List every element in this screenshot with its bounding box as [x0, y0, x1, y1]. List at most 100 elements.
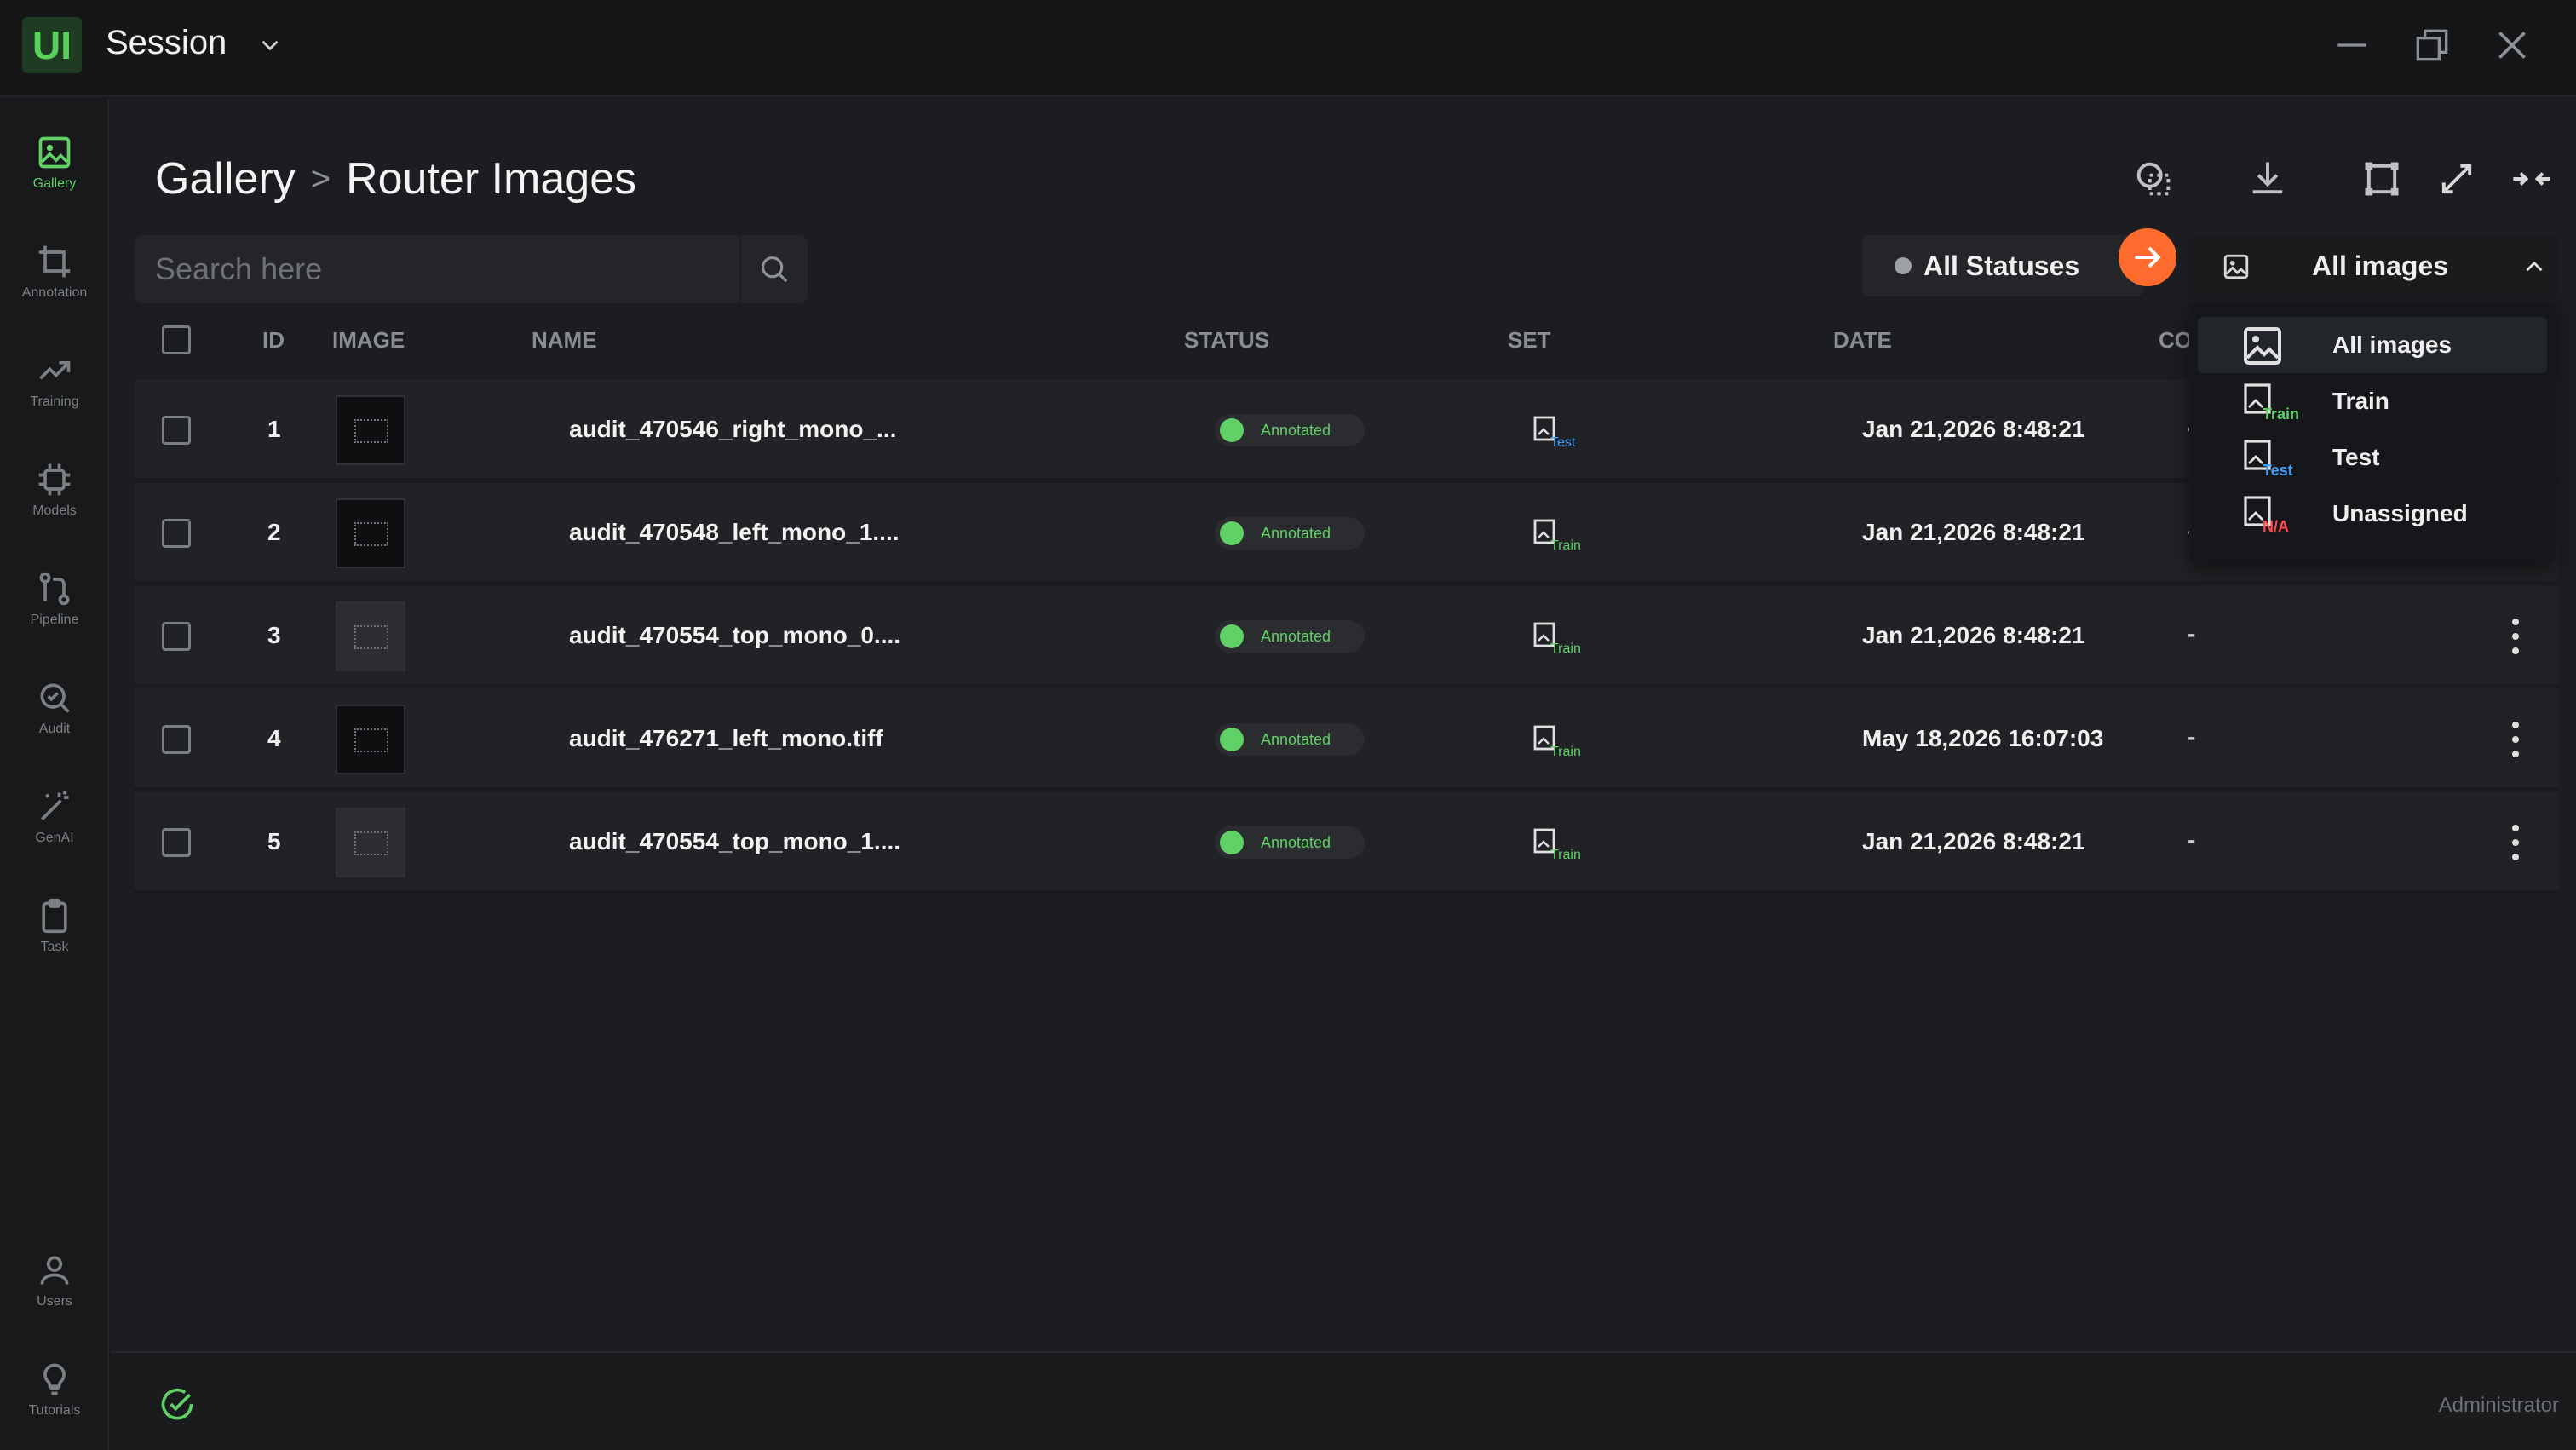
close-icon[interactable]: [2491, 24, 2533, 66]
bounding-box-icon[interactable]: [2360, 157, 2404, 201]
collapse-icon[interactable]: [2510, 157, 2554, 201]
sidebar-item-audit[interactable]: Audit: [0, 661, 109, 755]
row-id: 4: [267, 725, 281, 751]
status-filter-label: All Statuses: [1923, 250, 2080, 281]
menu-item-tag: Train: [2263, 406, 2299, 423]
status-dot-icon: [1220, 418, 1244, 442]
menu-item-unassigned[interactable]: N/A Unassigned: [2198, 486, 2547, 542]
select-all-checkbox[interactable]: [162, 325, 191, 354]
row-name[interactable]: audit_470548_left_mono_1....: [569, 519, 900, 546]
check-circle-icon[interactable]: [158, 1387, 196, 1424]
sidebar-item-annotation[interactable]: Annotation: [0, 225, 109, 319]
menu-item-label: Test: [2332, 444, 2380, 470]
status-dot-icon: [1220, 831, 1244, 854]
column-header-status[interactable]: STATUS: [1184, 327, 1269, 354]
sidebar-item-tutorials[interactable]: Tutorials: [0, 1343, 109, 1436]
session-label[interactable]: Session: [106, 24, 227, 62]
column-header-date[interactable]: DATE: [1833, 327, 1892, 354]
image-thumbnail[interactable]: [336, 808, 405, 877]
sidebar-item-pipeline[interactable]: Pipeline: [0, 552, 109, 646]
search-button[interactable]: [739, 235, 808, 303]
row-date: Jan 21,2026 8:48:21: [1862, 519, 2085, 545]
table-row[interactable]: 5 audit_470554_top_mono_1.... Annotated …: [135, 792, 2559, 893]
breadcrumb-root[interactable]: Gallery: [155, 153, 296, 204]
image-thumbnail[interactable]: [336, 601, 405, 671]
clipboard-icon: [42, 898, 67, 934]
chip-icon: [38, 463, 71, 496]
row-co: -: [2188, 723, 2196, 750]
apply-filter-button[interactable]: [2119, 228, 2176, 286]
trend-icon: [39, 361, 71, 380]
lightbulb-icon: [43, 1363, 66, 1395]
sidebar-item-task[interactable]: Task: [0, 879, 109, 973]
sidebar-item-users[interactable]: Users: [0, 1234, 109, 1327]
row-name[interactable]: audit_470554_top_mono_1....: [569, 828, 900, 855]
column-header-set[interactable]: SET: [1508, 327, 1551, 354]
column-header-image[interactable]: IMAGE: [332, 327, 405, 354]
image-thumbnail[interactable]: [336, 705, 405, 774]
sidebar-item-genai[interactable]: GenAI: [0, 770, 109, 864]
sidebar-item-models[interactable]: Models: [0, 443, 109, 537]
sidebar-item-gallery[interactable]: Gallery: [0, 116, 109, 210]
row-checkbox[interactable]: [162, 519, 191, 548]
chevron-up-icon: [2526, 261, 2543, 272]
minimize-icon[interactable]: [2331, 24, 2373, 66]
sidebar-item-label: Users: [37, 1294, 72, 1309]
row-checkbox[interactable]: [162, 416, 191, 445]
sidebar-item-label: GenAI: [35, 831, 74, 845]
menu-item-test[interactable]: Test Test: [2198, 429, 2547, 486]
menu-item-train[interactable]: Train Train: [2198, 373, 2547, 429]
table-row[interactable]: 3 audit_470554_top_mono_0.... Annotated …: [135, 586, 2559, 687]
status-badge: Annotated: [1215, 723, 1365, 756]
row-id: 1: [267, 416, 281, 442]
search-icon: [761, 256, 788, 283]
row-name[interactable]: audit_470554_top_mono_0....: [569, 622, 900, 649]
images-filter-dropdown[interactable]: All images: [2188, 235, 2559, 296]
row-name[interactable]: audit_470546_right_mono_...: [569, 416, 896, 443]
row-more-menu-icon[interactable]: [2503, 718, 2528, 761]
status-badge: Annotated: [1215, 517, 1365, 550]
set-tag: Train: [1550, 642, 1581, 654]
status-dot-icon: [1895, 257, 1912, 274]
row-checkbox[interactable]: [162, 725, 191, 754]
footer-bar: Administrator: [111, 1351, 2576, 1450]
sidebar-item-label: Tutorials: [28, 1403, 81, 1418]
audit-search-icon: [40, 683, 70, 713]
set-train-icon: Train: [1533, 519, 1581, 551]
row-checkbox[interactable]: [162, 622, 191, 651]
restore-icon[interactable]: [2411, 24, 2453, 66]
crop-icon: [38, 245, 71, 278]
column-header-name[interactable]: NAME: [532, 327, 597, 354]
app-logo: UI: [22, 17, 82, 73]
row-co: -: [2188, 826, 2196, 853]
breadcrumb: Gallery > Router Images: [155, 153, 636, 204]
row-more-menu-icon[interactable]: [2503, 821, 2528, 864]
expand-icon[interactable]: [2435, 157, 2479, 201]
row-more-menu-icon[interactable]: [2503, 615, 2528, 658]
image-thumbnail[interactable]: [336, 395, 405, 465]
sidebar-item-label: Models: [32, 503, 77, 518]
sidebar-item-training[interactable]: Training: [0, 334, 109, 428]
menu-item-all-images[interactable]: All images: [2198, 317, 2547, 373]
chevron-down-icon[interactable]: [256, 31, 285, 60]
table-row[interactable]: 4 audit_476271_left_mono.tiff Annotated …: [135, 689, 2559, 790]
image-thumbnail[interactable]: [336, 498, 405, 568]
title-bar: UI Session: [0, 0, 2576, 97]
status-badge: Annotated: [1215, 414, 1365, 446]
menu-item-tag: N/A: [2263, 518, 2289, 535]
compare-images-icon[interactable]: [2131, 157, 2176, 201]
column-header-id[interactable]: ID: [262, 327, 285, 354]
set-test-icon: Test: [1533, 416, 1576, 448]
download-icon[interactable]: [2245, 157, 2290, 201]
page-title: Router Images: [346, 154, 637, 204]
row-checkbox[interactable]: [162, 828, 191, 857]
pipeline-icon: [39, 572, 70, 606]
status-filter-dropdown[interactable]: All Statuses: [1862, 235, 2143, 296]
column-header-co[interactable]: CO: [2159, 327, 2192, 354]
row-id: 2: [267, 519, 281, 545]
row-name[interactable]: audit_476271_left_mono.tiff: [569, 725, 883, 752]
search-input[interactable]: [135, 235, 731, 303]
status-dot-icon: [1220, 624, 1244, 648]
set-train-icon: Train: [1533, 725, 1581, 757]
row-date: Jan 21,2026 8:48:21: [1862, 828, 2085, 854]
